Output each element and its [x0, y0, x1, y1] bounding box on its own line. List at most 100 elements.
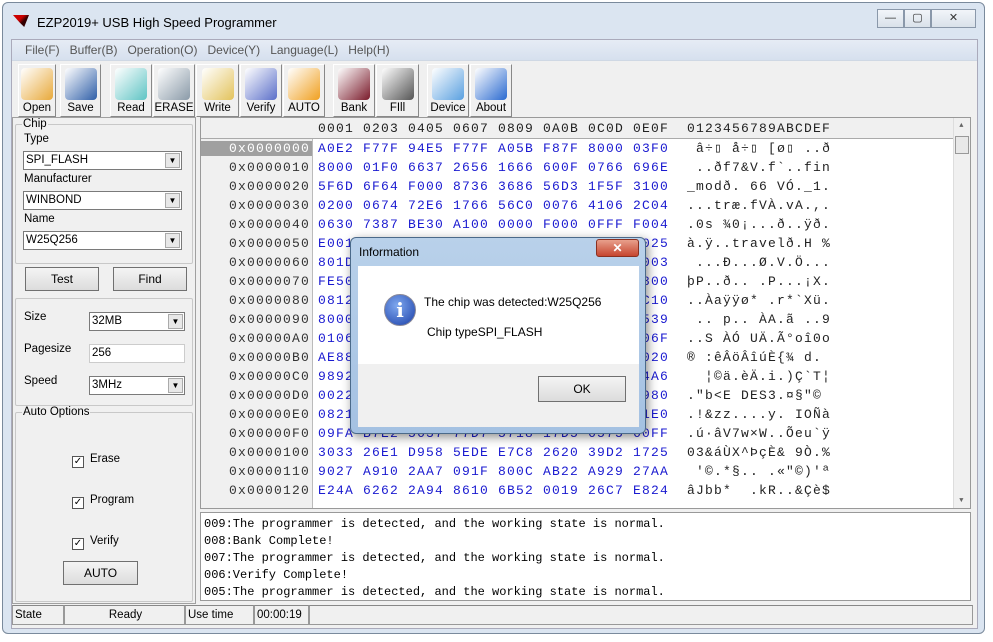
toolbar-open-button[interactable]: Open	[18, 64, 56, 117]
hex-row[interactable]: 0x0000040 0630 7387 BE30 A100 0000 F000 0…	[201, 217, 953, 236]
type-value: SPI_FLASH	[26, 154, 88, 166]
log-line: 005:The programmer is detected, and the …	[204, 585, 665, 599]
toolbar-erase-button[interactable]: ERASE	[153, 64, 195, 117]
pagesize-label: Pagesize	[24, 343, 72, 355]
menu-file[interactable]: File(F)	[20, 40, 65, 60]
state-label: State	[12, 605, 64, 625]
name-select[interactable]: W25Q256 ▼	[23, 231, 182, 250]
minimize-button[interactable]: —	[877, 9, 904, 28]
running-man-icon	[288, 68, 320, 100]
toolbar-label: ERASE	[154, 102, 194, 114]
menu-language[interactable]: Language(L)	[265, 40, 343, 60]
row-address: 0x0000010	[228, 160, 310, 175]
row-hex-bytes[interactable]: 8000 01F0 6637 2656 1666 600F 0766 696E	[318, 160, 669, 175]
toolbar-read-button[interactable]: Read	[110, 64, 152, 117]
device-gear-icon	[432, 68, 464, 100]
hex-row[interactable]: 0x0000030 0200 0674 72E6 1766 56C0 0076 4…	[201, 198, 953, 217]
chevron-down-icon[interactable]: ▼	[165, 153, 180, 168]
row-ascii: ..Àaÿÿø* .r*`Xü.	[687, 293, 832, 308]
row-hex-bytes[interactable]: A0E2 F77F 94E5 F77F A05B F87F 8000 03F0	[318, 141, 669, 156]
row-hex-bytes[interactable]: 0630 7387 BE30 A100 0000 F000 0FFF F004	[318, 217, 669, 232]
speed-select[interactable]: 3MHz ▼	[89, 376, 185, 395]
chip-group-label: Chip	[22, 118, 48, 130]
erase-cylinder-icon	[158, 68, 190, 100]
notepad-icon	[115, 68, 147, 100]
row-ascii: .. p.. ÀA.ã ..9	[687, 312, 832, 327]
log-line: 008:Bank Complete!	[204, 534, 334, 548]
row-ascii: ® :êÂöÂîúÈ{¾ d.	[687, 350, 823, 365]
toolbar-bank-button[interactable]: Bank	[333, 64, 375, 117]
menu-help[interactable]: Help(H)	[343, 40, 394, 60]
hex-row[interactable]: 0x0000010 8000 01F0 6637 2656 1666 600F 0…	[201, 160, 953, 179]
toolbar-label: Open	[22, 102, 52, 114]
row-address: 0x00000B0	[228, 350, 310, 365]
row-address: 0x00000C0	[228, 369, 310, 384]
hex-row[interactable]: 0x0000120 E24A 6262 2A94 8610 6B52 0019 2…	[201, 483, 953, 502]
maximize-button[interactable]: ▢	[904, 9, 931, 28]
toolbar-verify-button[interactable]: Verify	[240, 64, 282, 117]
row-ascii: '©.*§.. .«"©)'ª	[687, 464, 832, 479]
auto-options-label: Auto Options	[22, 406, 91, 418]
manufacturer-select[interactable]: WINBOND ▼	[23, 191, 182, 210]
toolbar-save-button[interactable]: Save	[60, 64, 101, 117]
program-checkbox[interactable]: ✓ Program	[72, 494, 134, 509]
chevron-down-icon[interactable]: ▼	[165, 193, 180, 208]
verify-checkbox[interactable]: ✓ Verify	[72, 535, 119, 550]
name-value: W25Q256	[26, 234, 78, 246]
hex-row[interactable]: 0x0000020 5F6D 6F64 F000 8736 3686 56D3 1…	[201, 179, 953, 198]
ascii-column-header: 0123456789ABCDEF	[687, 121, 832, 136]
row-hex-bytes[interactable]: E24A 6262 2A94 8610 6B52 0019 26C7 E824	[318, 483, 669, 498]
hex-row[interactable]: 0x0000100 3033 26E1 D958 5EDE E7C8 2620 3…	[201, 445, 953, 464]
menu-operation[interactable]: Operation(O)	[122, 40, 202, 60]
menu-device[interactable]: Device(Y)	[203, 40, 266, 60]
row-address: 0x0000120	[228, 483, 310, 498]
pagesize-input[interactable]: 256	[89, 344, 185, 363]
scroll-up-icon[interactable]: ▲	[954, 122, 970, 130]
hex-row[interactable]: 0x0000110 9027 A910 2AA7 091F 800C AB22 A…	[201, 464, 953, 483]
toolbar-write-button[interactable]: Write	[196, 64, 239, 117]
toolbar-label: AUTO	[288, 102, 320, 114]
erase-checkbox[interactable]: ✓ Erase	[72, 453, 120, 468]
dialog-close-button[interactable]: ✕	[596, 239, 639, 257]
toolbar-fill-button[interactable]: FIll	[376, 64, 419, 117]
toolbar-about-button[interactable]: About	[470, 64, 512, 117]
row-address: 0x0000040	[228, 217, 310, 232]
row-hex-bytes[interactable]: 3033 26E1 D958 5EDE E7C8 2620 39D2 1725	[318, 445, 669, 460]
speed-label: Speed	[24, 375, 58, 387]
row-hex-bytes[interactable]: 5F6D 6F64 F000 8736 3686 56D3 1F5F 3100	[318, 179, 669, 194]
row-hex-bytes[interactable]: 0200 0674 72E6 1766 56C0 0076 4106 2C04	[318, 198, 669, 213]
row-hex-bytes[interactable]: 9027 A910 2AA7 091F 800C AB22 A929 27AA	[318, 464, 669, 479]
row-address: 0x0000020	[228, 179, 310, 194]
find-button[interactable]: Find	[113, 267, 187, 291]
chevron-down-icon[interactable]: ▼	[165, 233, 180, 248]
row-address: 0x0000060	[228, 255, 310, 270]
chevron-down-icon[interactable]: ▼	[168, 378, 183, 393]
row-address: 0x00000D0	[228, 388, 310, 403]
menu-buffer[interactable]: Buffer(B)	[65, 40, 123, 60]
hex-row[interactable]: 0x0000000 A0E2 F77F 94E5 F77F A05B F87F 8…	[201, 141, 953, 160]
type-select[interactable]: SPI_FLASH ▼	[23, 151, 182, 170]
row-address: 0x0000110	[228, 464, 310, 479]
test-button[interactable]: Test	[25, 267, 99, 291]
close-button[interactable]: ✕	[931, 9, 976, 28]
folder-download-icon	[201, 68, 234, 100]
chevron-down-icon[interactable]: ▼	[168, 314, 183, 329]
toolbar-label: About	[475, 102, 507, 114]
toolbar-label: Save	[67, 102, 94, 114]
scroll-thumb[interactable]	[955, 136, 969, 154]
size-select[interactable]: 32MB ▼	[89, 312, 185, 331]
toolbar-auto-button[interactable]: AUTO	[283, 64, 325, 117]
checkmark-icon: ✓	[72, 538, 84, 550]
scroll-down-icon[interactable]: ▼	[954, 497, 970, 505]
row-ascii: â÷▯ å÷▯ [ø▯ ..ð	[687, 141, 832, 156]
row-address: 0x0000100	[228, 445, 310, 460]
type-label: Type	[24, 133, 49, 145]
toolbar-device-button[interactable]: Device	[427, 64, 469, 117]
vertical-scrollbar[interactable]: ▲ ▼	[953, 118, 970, 508]
auto-run-button[interactable]: AUTO	[63, 561, 138, 585]
log-panel[interactable]: 009:The programmer is detected, and the …	[200, 512, 971, 601]
manufacturer-value: WINBOND	[26, 194, 82, 206]
ok-button[interactable]: OK	[538, 376, 626, 402]
checkmark-icon: ✓	[72, 497, 84, 509]
checkmark-icon: ✓	[72, 456, 84, 468]
